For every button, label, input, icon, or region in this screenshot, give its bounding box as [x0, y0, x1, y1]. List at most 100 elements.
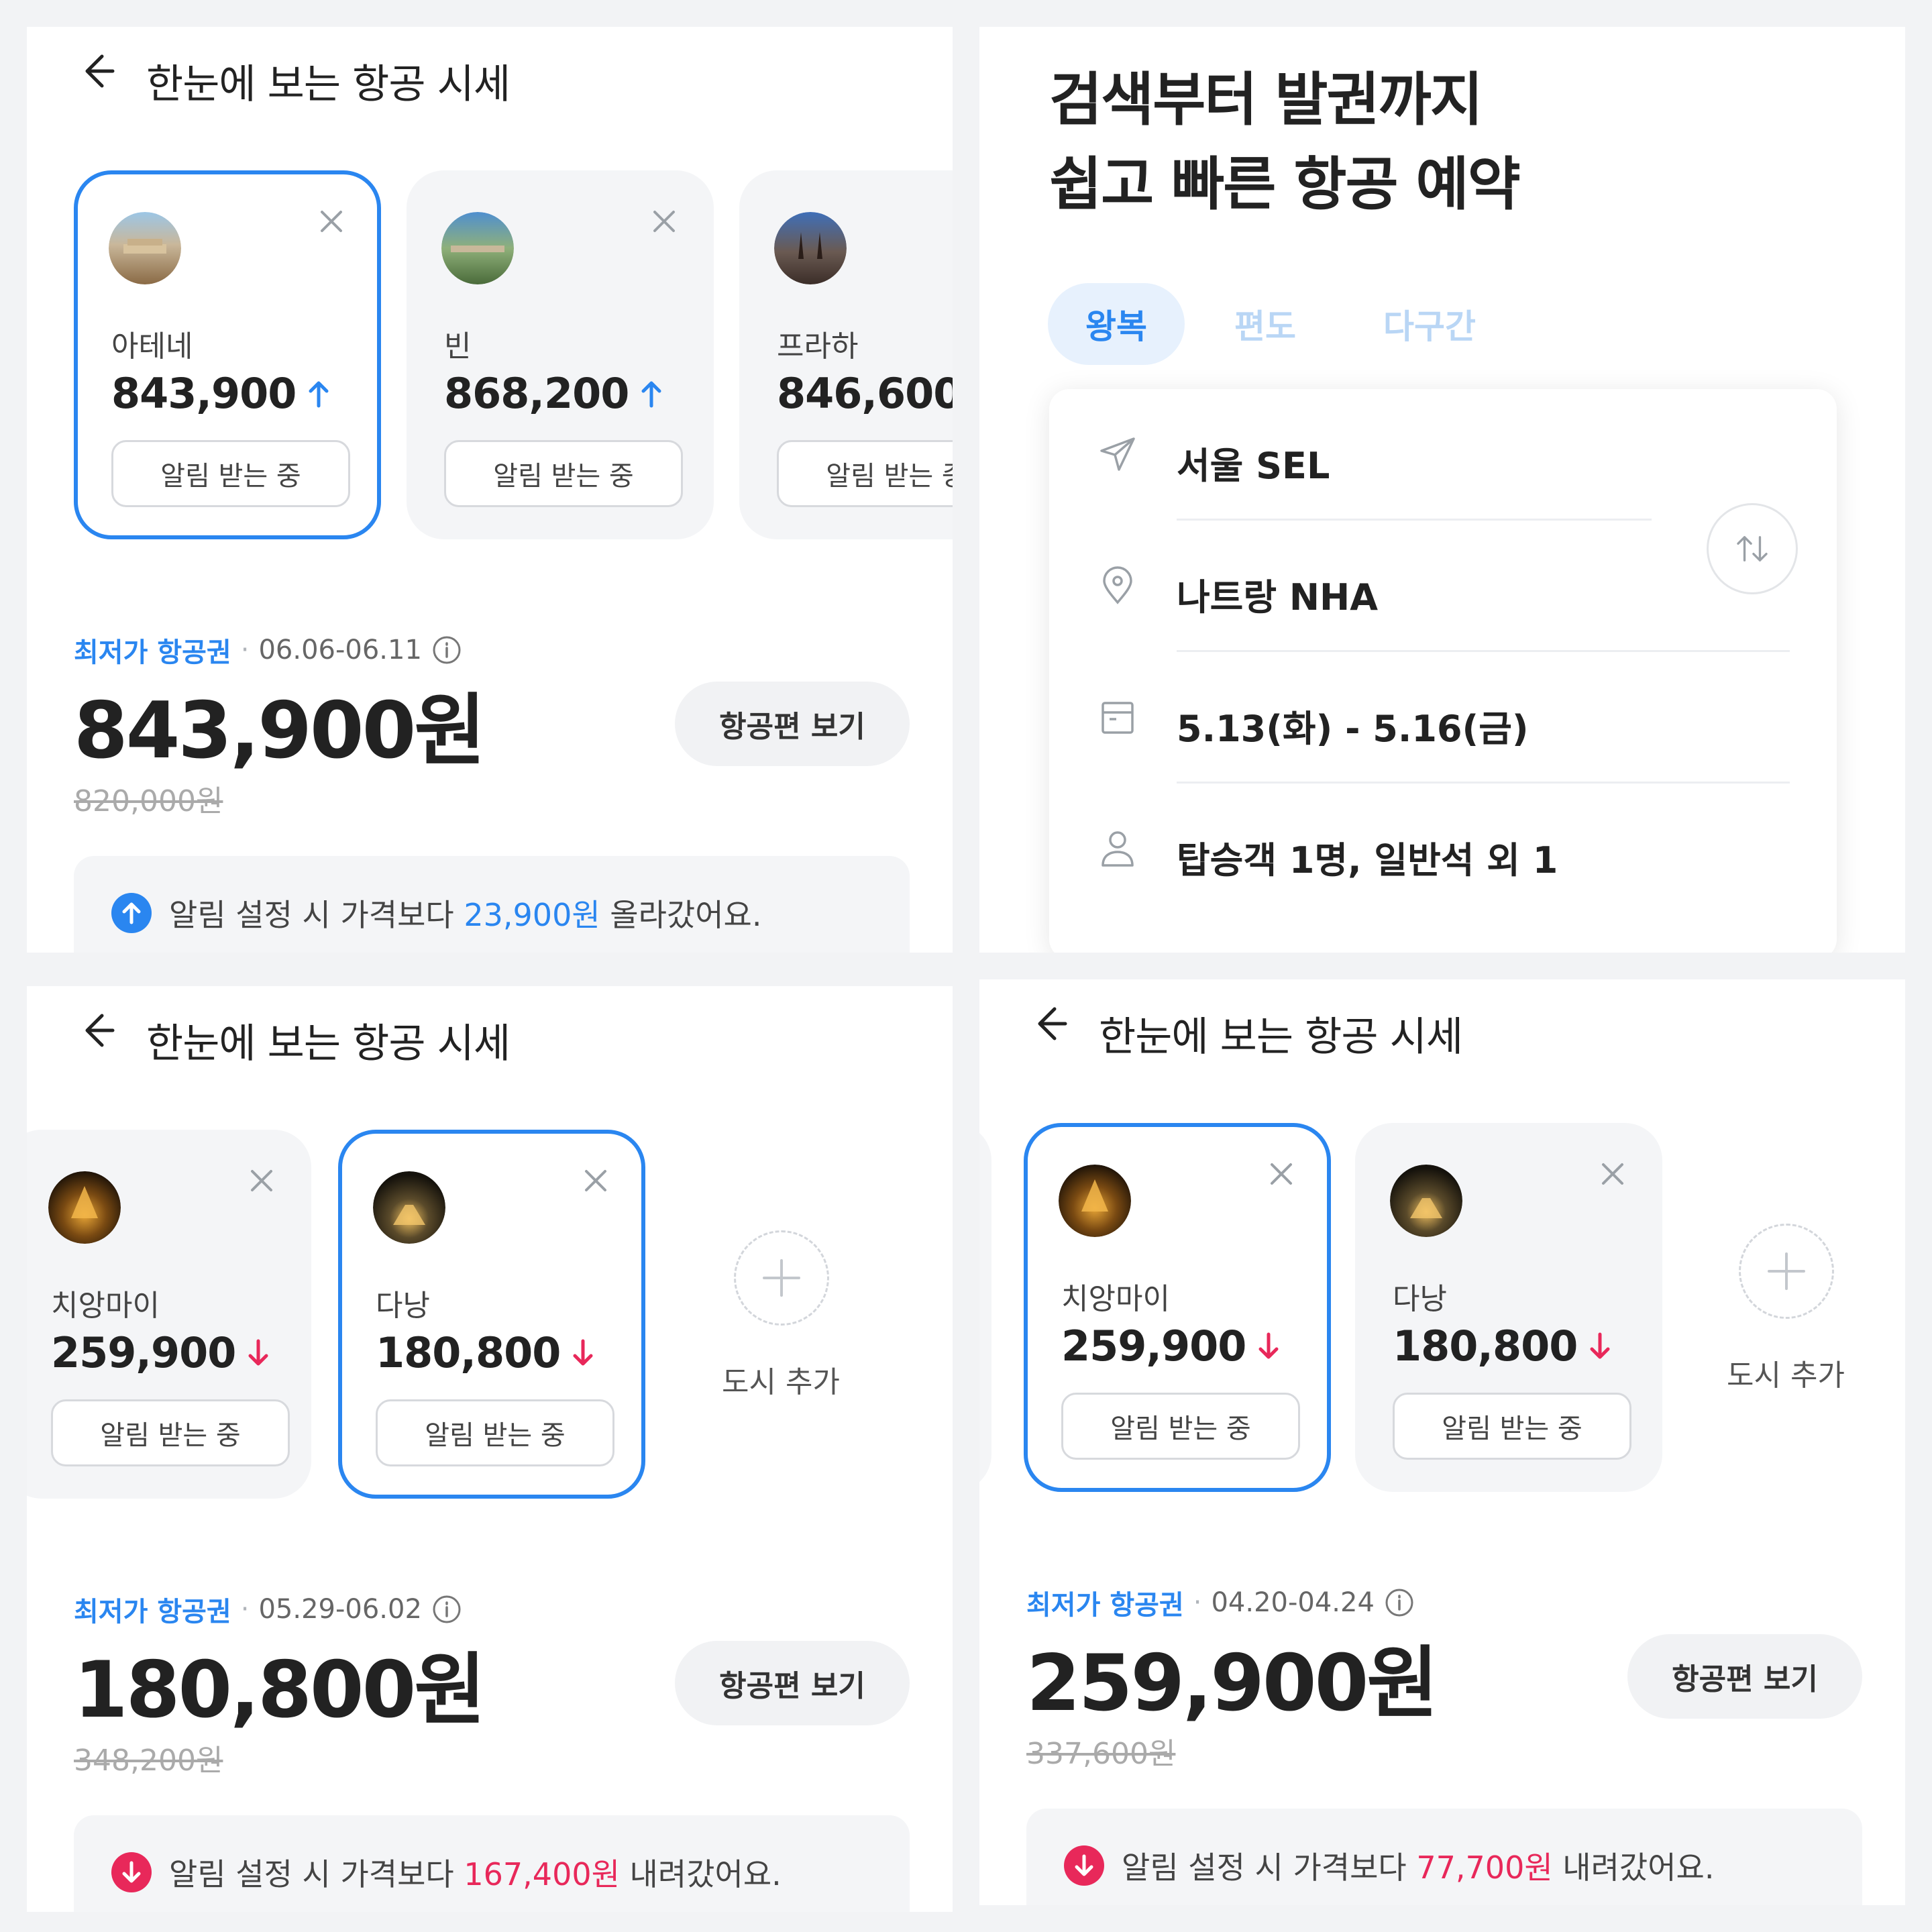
origin-field[interactable]: 서울 SEL — [1049, 389, 1837, 521]
city-card-partial[interactable] — [979, 1123, 991, 1492]
city-card-athens[interactable]: 아테네 843,900 알림 받는 중 — [74, 170, 381, 539]
add-city-button[interactable]: 도시 추가 — [1705, 1123, 1866, 1492]
tab-multi-city[interactable]: 다구간 — [1346, 283, 1513, 365]
close-icon[interactable] — [1264, 1157, 1299, 1191]
city-price: 180,800 — [1393, 1322, 1613, 1371]
close-icon[interactable] — [578, 1163, 613, 1198]
info-icon[interactable] — [1384, 1587, 1415, 1618]
info-icon[interactable] — [431, 1594, 462, 1625]
notice-suffix: 내려갔어요. — [629, 1856, 782, 1892]
view-flights-button[interactable]: 항공편 보기 — [675, 682, 910, 766]
info-icon[interactable] — [431, 635, 462, 665]
close-icon[interactable] — [1595, 1157, 1630, 1191]
close-icon[interactable] — [314, 204, 349, 239]
city-thumbnail — [109, 212, 181, 284]
add-city-label: 도시 추가 — [1727, 1358, 1845, 1393]
city-cards-carousel[interactable]: 아테네 843,900 알림 받는 중 빈 868,200 알림 받는 중 프라… — [27, 170, 953, 546]
original-price: 348,200원 — [74, 1743, 223, 1778]
notice-suffix: 올라갔어요. — [610, 897, 762, 933]
city-name: 빈 — [444, 329, 472, 364]
original-price: 820,000원 — [74, 784, 223, 818]
plus-icon — [734, 1230, 829, 1326]
arrow-down-icon — [111, 1852, 152, 1892]
headline-line1: 검색부터 발권까지 — [1049, 66, 1483, 133]
city-cards-carousel[interactable]: 치앙마이 259,900 알림 받는 중 다낭 180,800 알림 받는 중 … — [27, 1130, 953, 1505]
price-change-notice: 알림 설정 시 가격보다 23,900원 올라갔어요. — [74, 856, 910, 953]
passengers-field[interactable]: 탑승객 1명, 일반석 외 1 — [1049, 784, 1837, 915]
destination-field[interactable]: 나트랑 NHA — [1049, 521, 1837, 652]
deal-dates: 05.29-06.02 — [258, 1594, 422, 1625]
city-card-danang[interactable]: 다낭 180,800 알림 받는 중 — [338, 1130, 645, 1499]
arrow-up-icon — [309, 381, 329, 407]
city-thumbnail — [1390, 1165, 1462, 1237]
panel-flight-search: 검색부터 발권까지 쉽고 빠른 항공 예약 왕복 편도 다구간 서울 SEL 나… — [979, 27, 1905, 953]
lowest-price: 180,800원 — [74, 1645, 486, 1735]
page-title: 한눈에 보는 항공 시세 — [146, 61, 511, 108]
alert-toggle-button[interactable]: 알림 받는 중 — [444, 440, 683, 507]
city-card-prague[interactable]: 프라하 846,600 알림 받는 중 — [739, 170, 953, 539]
city-card-chiangmai[interactable]: 치앙마이 259,900 알림 받는 중 — [27, 1130, 311, 1499]
back-arrow-icon[interactable] — [71, 1006, 119, 1055]
arrow-down-icon — [573, 1339, 593, 1365]
back-arrow-icon[interactable] — [1024, 1000, 1072, 1048]
city-thumbnail — [373, 1171, 445, 1244]
header: 한눈에 보는 항공 시세 — [979, 979, 1905, 1087]
city-name: 프라하 — [777, 329, 859, 364]
city-cards-carousel[interactable]: 치앙마이 259,900 알림 받는 중 다낭 180,800 알림 받는 중 … — [979, 1123, 1905, 1499]
city-card-danang[interactable]: 다낭 180,800 알림 받는 중 — [1355, 1123, 1662, 1492]
passengers-value: 탑승객 1명, 일반석 외 1 — [1177, 839, 1558, 881]
deal-label: 최저가 항공권 — [1026, 1590, 1184, 1621]
price-value: 846,600 — [777, 369, 953, 418]
deal-meta: 최저가 항공권 · 05.29-06.02 — [74, 1590, 462, 1629]
notice-amount: 167,400원 — [464, 1856, 620, 1892]
city-card-vienna[interactable]: 빈 868,200 알림 받는 중 — [407, 170, 714, 539]
tab-round-trip[interactable]: 왕복 — [1048, 283, 1185, 365]
city-name: 아테네 — [111, 329, 193, 364]
city-name: 다낭 — [376, 1289, 430, 1323]
original-price: 337,600원 — [1026, 1737, 1176, 1771]
deal-dates: 04.20-04.24 — [1211, 1587, 1375, 1618]
alert-toggle-button[interactable]: 알림 받는 중 — [777, 440, 953, 507]
tab-one-way[interactable]: 편도 — [1197, 283, 1334, 365]
price-value: 259,900 — [1061, 1322, 1246, 1371]
view-flights-button[interactable]: 항공편 보기 — [675, 1641, 910, 1725]
deal-dates: 06.06-06.11 — [258, 635, 422, 665]
alert-toggle-button[interactable]: 알림 받는 중 — [51, 1399, 290, 1466]
plus-icon — [1739, 1224, 1834, 1319]
price-change-notice: 알림 설정 시 가격보다 77,700원 내려갔어요. — [1026, 1809, 1862, 1905]
alert-toggle-button[interactable]: 알림 받는 중 — [1061, 1393, 1300, 1460]
city-price: 259,900 — [1061, 1322, 1282, 1371]
alert-toggle-button[interactable]: 알림 받는 중 — [376, 1399, 614, 1466]
headline: 검색부터 발권까지 쉽고 빠른 항공 예약 — [1049, 58, 1521, 227]
header: 한눈에 보는 항공 시세 — [27, 27, 953, 134]
dates-value: 5.13(화) - 5.16(금) — [1177, 708, 1529, 750]
notice-prefix: 알림 설정 시 가격보다 — [169, 1856, 454, 1892]
deal-label: 최저가 항공권 — [74, 637, 231, 668]
add-city-button[interactable]: 도시 추가 — [700, 1130, 861, 1499]
dates-field[interactable]: 5.13(화) - 5.16(금) — [1049, 652, 1837, 784]
arrow-up-icon — [111, 893, 152, 933]
price-value: 868,200 — [444, 369, 629, 418]
lowest-price: 843,900원 — [74, 686, 486, 776]
search-form: 서울 SEL 나트랑 NHA 5.13(화) - 5.16(금) 탑승객 1명,… — [1049, 389, 1837, 953]
city-card-chiangmai[interactable]: 치앙마이 259,900 알림 받는 중 — [1024, 1123, 1331, 1492]
alert-toggle-button[interactable]: 알림 받는 중 — [111, 440, 350, 507]
arrow-down-icon — [248, 1339, 268, 1365]
close-icon[interactable] — [244, 1163, 279, 1198]
view-flights-button[interactable]: 항공편 보기 — [1627, 1634, 1862, 1719]
alert-toggle-button[interactable]: 알림 받는 중 — [1393, 1393, 1631, 1460]
separator-dot: · — [1193, 1587, 1202, 1618]
city-price: 843,900 — [111, 369, 332, 418]
city-thumbnail — [441, 212, 514, 284]
trip-type-tabs: 왕복 편도 다구간 — [1048, 283, 1513, 365]
back-arrow-icon[interactable] — [71, 47, 119, 95]
panel-price-tracker-europe: 한눈에 보는 항공 시세 아테네 843,900 알림 받는 중 빈 868,2… — [27, 27, 953, 953]
city-name: 다낭 — [1393, 1282, 1447, 1316]
close-icon[interactable] — [647, 204, 682, 239]
header: 한눈에 보는 항공 시세 — [27, 986, 953, 1093]
city-price: 180,800 — [376, 1328, 596, 1377]
arrow-down-icon — [1590, 1332, 1610, 1358]
page-title: 한눈에 보는 항공 시세 — [146, 1020, 511, 1067]
price-value: 259,900 — [51, 1328, 236, 1377]
panel-price-tracker-asia-chiangmai: 한눈에 보는 항공 시세 치앙마이 259,900 알림 받는 중 다낭 180… — [979, 979, 1905, 1905]
